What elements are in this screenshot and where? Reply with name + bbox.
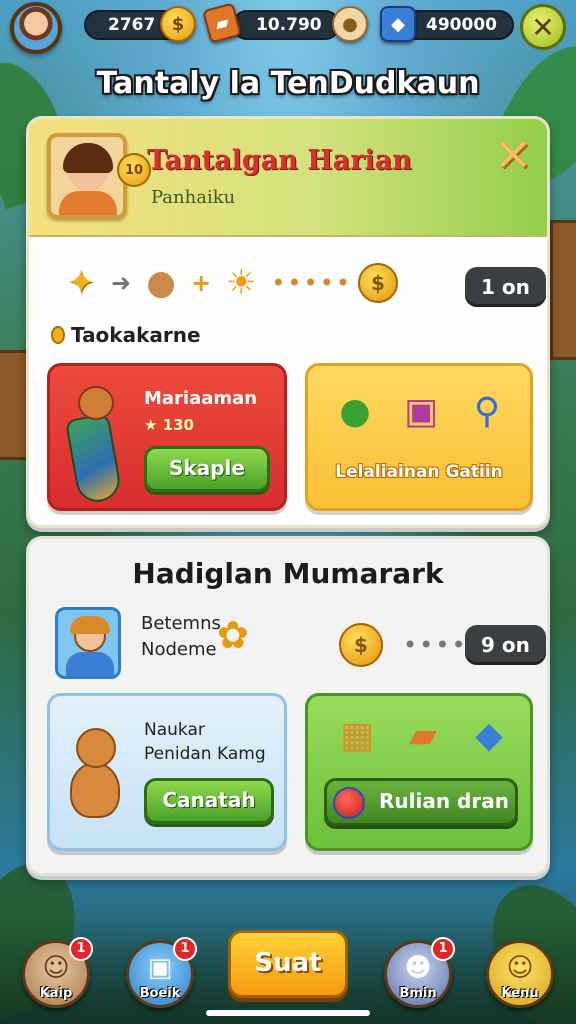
plus-icon: + <box>191 269 212 297</box>
nav-label: Bmin <box>399 986 437 1001</box>
leaf-token-icon: ✿ <box>217 613 249 657</box>
map-icon: ▦ <box>339 714 374 756</box>
resource-value-3: 490000 <box>426 15 497 35</box>
quest-card-red[interactable]: Mariaaman ★ 130 Skaple <box>47 363 287 511</box>
quest-title: Tantalgan Harian <box>147 145 412 176</box>
resource-counter-2: 10.790 <box>232 10 340 40</box>
section-label-text: Taokakarne <box>71 323 201 347</box>
coin-icon: $ <box>160 6 196 42</box>
cookie-icon: ● <box>332 6 368 42</box>
bonus-card-blue[interactable]: Naukar Penidan Kamg Canatah <box>47 693 287 851</box>
reward-chain: ✦ ➜ ● + ☀ ••••• $ <box>57 261 398 305</box>
player-avatar[interactable] <box>10 2 62 54</box>
task-portrait <box>55 607 121 679</box>
bonus-card-green[interactable]: ▦ ▰ ◆ Rulian dran <box>305 693 533 851</box>
resource-value-2: 10.790 <box>256 15 322 35</box>
ticket-icon: ▰ <box>202 2 242 44</box>
orb-icon: ● <box>339 390 371 432</box>
card-yellow-label: Lelaliainan Gatiin <box>335 462 503 482</box>
gift-box-icon: ▣ <box>403 390 438 432</box>
resource-bar: 2767 $ 10.790 ▰ ● 490000 ◆ ✕ <box>0 0 576 54</box>
card-red-title: Mariaaman <box>144 388 258 409</box>
quest-subtitle: Panhaiku <box>151 187 236 208</box>
creature-icon <box>66 728 128 824</box>
resource-counter-3: 490000 <box>402 10 514 40</box>
card-red-meta: ★ 130 <box>144 416 194 434</box>
card-green-button-label: Rulian dran <box>379 789 509 813</box>
quest-badge: 10 <box>117 153 151 187</box>
card-blue-button[interactable]: Canatah <box>144 778 274 824</box>
nav-label: Boeik <box>139 986 181 1001</box>
card-blue-title: Naukar Penidan Kamg <box>144 718 266 766</box>
home-indicator <box>206 1010 370 1016</box>
arrow-icon: ➜ <box>111 269 132 297</box>
card-green-button[interactable]: Rulian dran <box>324 778 518 826</box>
notification-badge: 1 <box>69 937 93 961</box>
task-text: Betemns Nodeme <box>141 611 221 663</box>
quest-timer: 1 on <box>465 267 546 307</box>
bonus-title: Hadiglan Mumarark <box>132 557 444 590</box>
card-red-button[interactable]: Skaple <box>144 446 270 492</box>
magnifier-icon: ⚲ <box>473 390 501 432</box>
dots-icon: ••••• <box>271 269 352 297</box>
daily-quest-panel: 10 Tantalgan Harian Panhaiku ✕ ✦ ➜ ● + ☀… <box>26 116 550 528</box>
crystal-box-icon: ◆ <box>475 714 503 756</box>
section-label: Taokakarne <box>51 323 201 347</box>
page-title: Tantaly la TenDudkaun <box>96 66 480 101</box>
coin-icon: $ <box>339 623 383 667</box>
nav-label: Kenu <box>501 986 539 1001</box>
panel-close-icon[interactable]: ✕ <box>493 132 533 178</box>
pin-icon <box>51 326 65 344</box>
card-blue-line-1: Naukar <box>144 720 205 740</box>
nav-item-boeik[interactable]: ▣ Boeik 1 <box>126 937 197 1008</box>
quest-header: 10 Tantalgan Harian Panhaiku ✕ <box>29 119 547 237</box>
bonus-panel: Hadiglan Mumarark Betemns Nodeme ✿ $ •••… <box>26 536 550 876</box>
nav-item-bmin[interactable]: ☻ Bmin 1 <box>384 937 455 1008</box>
sun-icon: ☀ <box>225 263 257 303</box>
item-row: ● ▣ ⚲ <box>330 384 512 438</box>
nav-item-kaip[interactable]: ☺ Kaip 1 <box>22 937 93 1008</box>
resource-value-1: 2767 <box>108 15 156 35</box>
notification-badge: 1 <box>173 937 197 961</box>
quest-giver-portrait <box>47 133 127 219</box>
bonus-timer: 9 on <box>465 625 546 665</box>
notification-badge: 1 <box>431 937 455 961</box>
tribal-character-icon <box>64 386 128 506</box>
ticket-icon: ▰ <box>409 714 437 756</box>
card-blue-line-2: Penidan Kamg <box>144 744 266 764</box>
task-line-1: Betemns <box>141 613 221 634</box>
nav-label: Kaip <box>39 986 73 1001</box>
item-row: ▦ ▰ ◆ <box>332 708 514 762</box>
task-line-2: Nodeme <box>141 639 217 660</box>
shield-gem-icon: ◆ <box>380 6 416 42</box>
cookie-icon: ● <box>146 263 176 303</box>
close-icon[interactable]: ✕ <box>520 4 566 50</box>
coin-icon: $ <box>358 263 398 303</box>
potion-icon <box>333 787 365 819</box>
quest-card-yellow[interactable]: ● ▣ ⚲ Lelaliainan Gatiin <box>305 363 533 511</box>
nav-item-kenu[interactable]: ☺ Kenu <box>486 940 554 1008</box>
character-icon: ☺ <box>506 953 534 983</box>
star-icon: ✦ <box>66 263 96 303</box>
start-button[interactable]: Suat <box>228 930 348 998</box>
